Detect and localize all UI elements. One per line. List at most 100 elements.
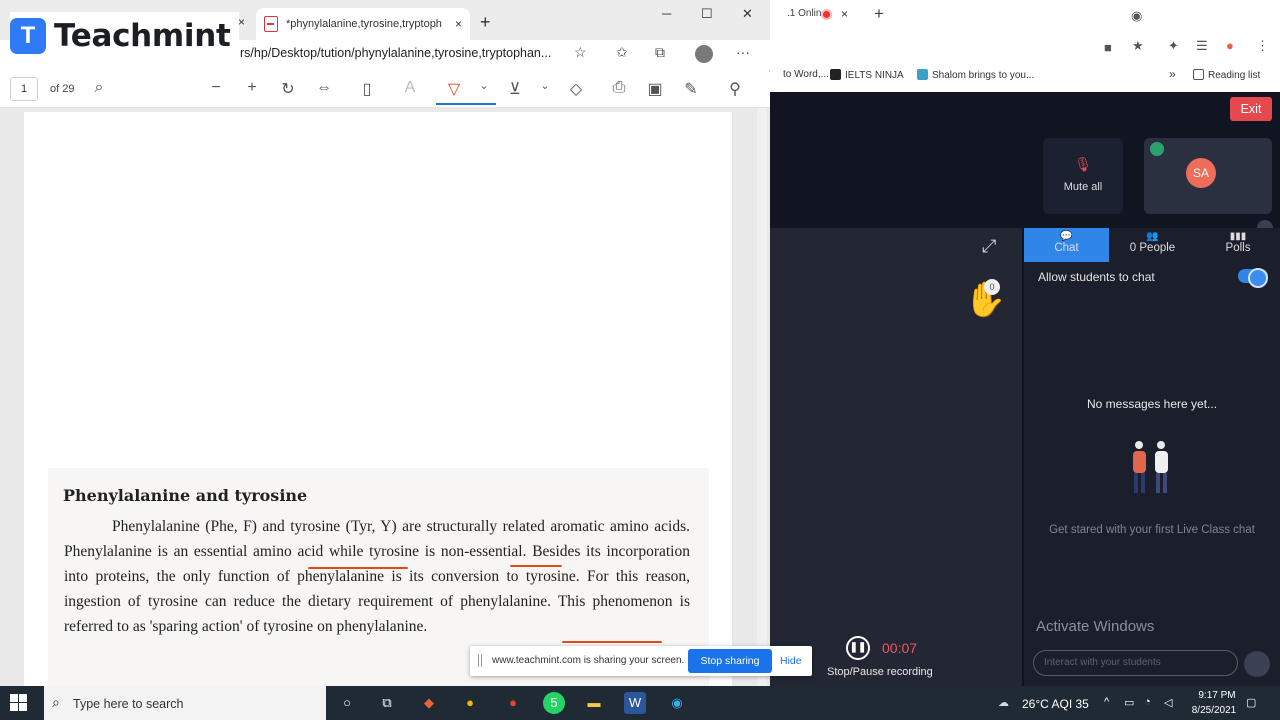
section-paragraph: Phenylalanine (Phe, F) and tyrosine (Tyr…	[64, 518, 690, 635]
collections-icon[interactable]: ⧉	[655, 44, 665, 61]
media-icon[interactable]: ☰	[1196, 38, 1208, 54]
new-tab-button[interactable]: +	[480, 12, 491, 33]
rotate-icon[interactable]: ↻	[278, 79, 298, 99]
zoom-out-icon[interactable]: −	[206, 79, 226, 97]
bookmark-item[interactable]: Shalom brings to you...	[917, 69, 1034, 81]
pause-recording-icon[interactable]: ❚❚	[846, 636, 870, 660]
chat-icon: 💬	[1060, 231, 1073, 242]
search-icon[interactable]: ⌕	[89, 79, 109, 97]
teachmint-logo-mark: T	[10, 18, 46, 54]
chevron-down-icon[interactable]: ⌄	[474, 79, 494, 92]
chrome-menu-icon[interactable]: ⋮	[1256, 38, 1269, 54]
page-total: of 29	[50, 83, 75, 95]
tab-close-icon[interactable]: ×	[841, 7, 848, 21]
reading-list[interactable]: Reading list	[1193, 69, 1260, 81]
highlight-icon[interactable]: ⊻	[505, 79, 525, 99]
tab-chat[interactable]: 💬 Chat	[1024, 228, 1109, 262]
volume-icon[interactable]: ◁	[1164, 696, 1172, 709]
polls-icon: ▮▮▮	[1229, 231, 1247, 242]
pdf-scrollbar[interactable]	[757, 108, 767, 686]
extensions-icon[interactable]: ✦	[1168, 38, 1179, 54]
tab-close-icon[interactable]: ×	[455, 17, 462, 31]
left-tab-close-icon[interactable]: ×	[238, 15, 245, 29]
chat-input[interactable]: Interact with your students	[1033, 650, 1238, 676]
camera-icon[interactable]: ■	[1104, 40, 1112, 55]
teachmint-logo-text: Teachmint	[54, 18, 231, 54]
recording-timer: 00:07	[882, 640, 918, 656]
battery-icon[interactable]: ▭	[1124, 696, 1134, 709]
mute-all-button[interactable]: 🎙 Mute all	[1043, 138, 1123, 214]
favorite-star-icon[interactable]: ☆	[574, 44, 587, 61]
chevron-down-icon[interactable]: ⌄	[535, 79, 555, 92]
ink-underline	[510, 565, 562, 567]
send-button[interactable]	[1244, 651, 1270, 677]
tray-arrow-icon[interactable]: ^	[1104, 696, 1109, 708]
new-tab-button[interactable]: +	[874, 4, 884, 24]
search-icon: ⌕	[52, 694, 60, 710]
chrome-icon[interactable]: ●	[502, 692, 524, 714]
bookmark-item[interactable]: IELTS NINJA	[830, 69, 904, 81]
favorites-icon[interactable]: ✩	[616, 44, 628, 61]
recording-label: Stop/Pause recording	[827, 666, 933, 678]
maximize-icon[interactable]: ☐	[701, 6, 713, 22]
exit-button[interactable]: Exit	[1230, 97, 1272, 121]
save-as-icon[interactable]: ✎	[681, 79, 701, 99]
whatsapp-icon[interactable]: 5	[543, 692, 565, 714]
pin-icon[interactable]: ⚲	[725, 79, 745, 99]
chrome-icon[interactable]: ●	[459, 692, 481, 714]
draw-icon[interactable]: ▽	[444, 79, 464, 99]
bookmarks-more-icon[interactable]: »	[1169, 67, 1176, 81]
minimize-icon[interactable]: ─	[662, 6, 671, 21]
page-number-input[interactable]: 1	[10, 77, 38, 101]
cortana-icon[interactable]: ○	[336, 692, 358, 714]
stop-sharing-button[interactable]: Stop sharing	[688, 649, 772, 673]
avatar: SA	[1186, 158, 1216, 188]
zoom-in-icon[interactable]: +	[242, 79, 262, 97]
clock-date[interactable]: 8/25/2021	[1184, 705, 1244, 716]
bookmark-item[interactable]: to Word,...	[783, 69, 829, 80]
bookmark-favicon	[917, 69, 928, 80]
save-icon[interactable]: ▣	[645, 79, 665, 99]
read-aloud-icon[interactable]: A	[400, 79, 420, 97]
fit-page-icon[interactable]: ⇔	[314, 79, 334, 97]
expand-icon[interactable]: ⤢	[982, 236, 996, 257]
edge-icon[interactable]: ◉	[666, 692, 688, 714]
edge-tab-pdf[interactable]: *phynylalanine,tyrosine,tryptoph ×	[256, 8, 470, 40]
activate-windows-watermark: Activate Windows	[1036, 618, 1155, 635]
task-view-icon[interactable]: ⧉	[376, 692, 398, 714]
close-window-icon[interactable]: ✕	[742, 6, 753, 22]
tab-polls[interactable]: ▮▮▮ Polls	[1196, 228, 1280, 262]
mute-all-label: Mute all	[1063, 181, 1103, 193]
file-explorer-icon[interactable]: ▬	[583, 692, 605, 714]
address-url[interactable]: rs/hp/Desktop/tution/phynylalanine,tyros…	[240, 46, 551, 60]
clock-time[interactable]: 9:17 PM	[1192, 690, 1242, 701]
allow-chat-label: Allow students to chat	[1038, 270, 1155, 284]
windows-start-icon[interactable]	[10, 694, 28, 712]
profile-avatar[interactable]	[695, 45, 713, 63]
pdf-icon	[264, 16, 278, 32]
bookmark-star-icon[interactable]: ★	[1132, 38, 1144, 54]
app-icon[interactable]: ◆	[418, 692, 440, 714]
participant-tile[interactable]: SA	[1144, 138, 1272, 214]
hide-button[interactable]: Hide	[780, 655, 802, 667]
draw-active-indicator	[436, 103, 496, 105]
empty-chat-illustration	[1133, 441, 1168, 493]
word-icon[interactable]: W	[624, 692, 646, 714]
print-icon[interactable]: ⎙	[609, 79, 629, 97]
tab-people[interactable]: 👥 0 People	[1110, 228, 1195, 262]
people-icon: 👥	[1146, 231, 1159, 242]
page-view-icon[interactable]: ▯	[357, 79, 377, 99]
weather-icon: ☁	[998, 697, 1009, 709]
chrome-account-icon[interactable]: ◉	[1131, 8, 1142, 24]
edge-tab-title: *phynylalanine,tyrosine,tryptoph	[286, 18, 442, 30]
allow-chat-toggle[interactable]	[1238, 268, 1268, 288]
weather-text[interactable]: 26°C AQI 35	[1022, 697, 1089, 711]
more-menu-icon[interactable]: ···	[736, 44, 750, 60]
network-icon[interactable]: ◔	[1144, 696, 1151, 708]
drag-handle-icon[interactable]	[478, 654, 482, 667]
notifications-icon[interactable]: ▢	[1246, 696, 1256, 709]
no-messages-text: No messages here yet...	[1086, 397, 1218, 411]
profile-icon[interactable]: ●	[1226, 38, 1234, 53]
reading-list-icon	[1193, 69, 1204, 80]
eraser-icon[interactable]: ◇	[566, 79, 586, 99]
